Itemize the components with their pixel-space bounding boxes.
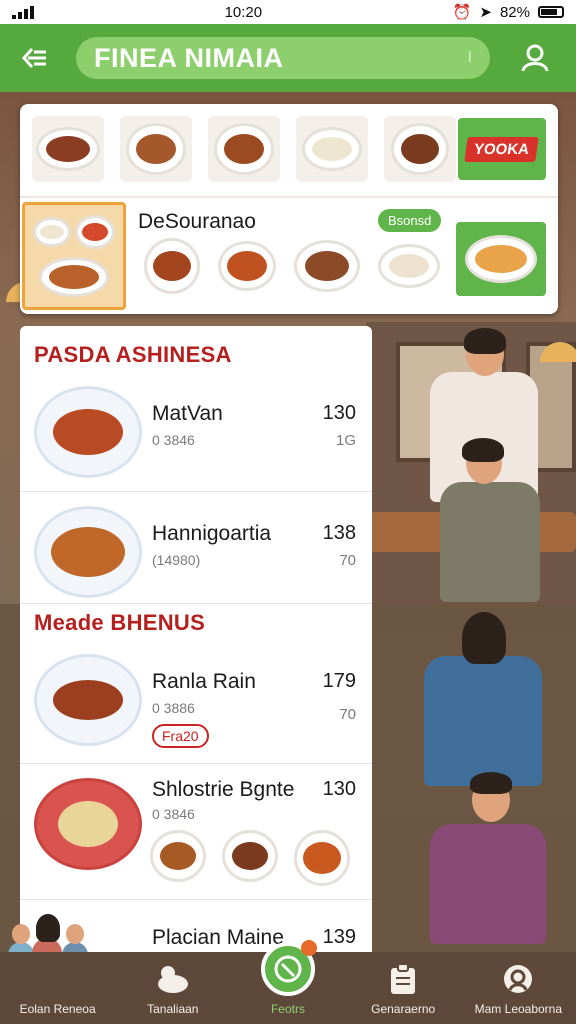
home-icon [39, 962, 77, 996]
location-icon: ➤ [479, 4, 492, 21]
side-dish-row [150, 830, 350, 886]
item-price: 130 [322, 402, 356, 424]
nav-featured[interactable]: Feotrs [233, 940, 343, 1016]
plate-icon [126, 123, 186, 175]
nav-label: Eolan Reneoa [19, 1002, 96, 1016]
item-sub: 1G [335, 432, 356, 449]
user-icon [521, 44, 549, 72]
dish-thumb-grill[interactable] [294, 240, 360, 292]
item-name: Shlostrie Bgnte [152, 778, 295, 801]
dish-category-row-2 [144, 238, 440, 294]
nav-orders[interactable]: Genaraerno [348, 962, 458, 1016]
promo-tile[interactable]: YOOKA [458, 118, 546, 180]
menu-item[interactable]: Shlostrie Bgnte 0 3846 130 [20, 764, 372, 900]
app-title-bar[interactable]: FINEA NIMAIA I [76, 37, 490, 79]
item-name: Hannigoartia [152, 522, 272, 545]
plate-icon [302, 127, 362, 171]
alarm-icon: ⏰ [452, 4, 472, 21]
bowl-icon [39, 257, 109, 297]
item-price: 139 [322, 926, 356, 948]
title-mark: I [467, 49, 472, 66]
menu-item[interactable]: MatVan 0 3846 130 1G [20, 372, 372, 492]
nav-label: Genaraerno [371, 1002, 436, 1016]
dish-icon [154, 962, 192, 996]
menu-list: PASDA ASHINESA MatVan 0 3846 130 1G Hann… [20, 326, 372, 966]
featured-button[interactable] [260, 940, 317, 996]
account-icon [499, 962, 537, 996]
item-code: 0 3846 [152, 432, 195, 448]
item-name: Placian Maine [152, 926, 284, 949]
back-button[interactable] [18, 41, 52, 75]
menu-group-title: Meade BHENUS [34, 610, 206, 635]
category-section-title: DeSouranao [138, 210, 256, 233]
app-header: FINEA NIMAIA I [0, 24, 576, 92]
item-price: 130 [322, 778, 356, 800]
dish-thumb-chicken[interactable] [32, 116, 104, 182]
profile-button[interactable] [518, 41, 552, 75]
clipboard-icon [384, 962, 422, 996]
dish-image [34, 506, 142, 598]
dish-image [34, 778, 142, 870]
item-code: (14980) [152, 552, 201, 568]
nav-label: Mam Leoaborna [474, 1002, 563, 1016]
nav-label: Feotrs [270, 1002, 305, 1016]
item-name: Ranla Rain [152, 670, 256, 693]
status-time: 10:20 [224, 3, 263, 21]
side-dish[interactable] [150, 830, 206, 882]
dessert-tile[interactable] [456, 222, 546, 296]
status-bar: 10:20 ⏰ ➤ 82% [0, 0, 576, 24]
dessert-plate-icon [465, 235, 537, 283]
battery-percent: 82% [499, 3, 530, 21]
promo-tag: YOOKA [464, 136, 540, 162]
category-badge[interactable]: Bsonsd [378, 209, 442, 232]
dish-category-row [32, 116, 456, 182]
back-arrow-icon [22, 48, 46, 68]
item-price: 138 [322, 522, 356, 544]
dish-thumb-curry-bowl[interactable] [218, 241, 276, 291]
menu-item[interactable]: Ranla Rain 0 3886 179 70 Fra20 [20, 640, 372, 764]
item-code: 0 3886 [152, 700, 195, 716]
bowl-icon [391, 123, 449, 175]
app-title: FINEA NIMAIA [94, 42, 284, 73]
divider [20, 196, 558, 198]
dish-thumb-soup[interactable] [144, 238, 200, 294]
dish-image [34, 386, 142, 478]
item-price: 179 [322, 670, 356, 692]
menu-item[interactable]: Hannigoartia (14980) 138 70 [20, 492, 372, 604]
nav-home[interactable]: Eolan Reneoa [3, 962, 113, 1016]
side-dish[interactable] [222, 830, 278, 882]
item-sub: 70 [339, 552, 356, 569]
offer-chip[interactable]: Fra20 [152, 724, 209, 748]
battery-icon [538, 6, 564, 18]
signal-icon [12, 5, 34, 19]
nav-profile[interactable]: Mam Leoaborna [463, 962, 573, 1016]
bowl-icon [75, 215, 115, 249]
item-name: MatVan [152, 402, 223, 425]
nav-label: Tanaliaan [147, 1002, 199, 1016]
check-icon [274, 955, 302, 983]
bowl-icon [33, 217, 71, 247]
bottom-navigation: Eolan Reneoa Tanaliaan Feotrs Genaraerno… [0, 940, 576, 1024]
dish-image [34, 654, 142, 746]
dish-thumb-curry[interactable] [208, 116, 280, 182]
item-code: 0 3846 [152, 806, 195, 822]
dish-thumb-stew[interactable] [384, 116, 456, 182]
item-sub: 70 [339, 706, 356, 723]
dish-thumb-plain-rice[interactable] [296, 116, 368, 182]
plate-icon [214, 123, 274, 175]
side-dish[interactable] [294, 830, 350, 886]
featured-dish-image[interactable] [22, 202, 126, 310]
nav-menu[interactable]: Tanaliaan [118, 962, 228, 1016]
plate-icon [36, 127, 100, 171]
menu-group-title: PASDA ASHINESA [34, 342, 232, 367]
notification-dot [300, 940, 317, 956]
category-card: YOOKA DeSouranao Bsonsd [20, 104, 558, 314]
dish-thumb-rice[interactable] [120, 116, 192, 182]
dish-thumb-rice-side[interactable] [378, 244, 440, 288]
